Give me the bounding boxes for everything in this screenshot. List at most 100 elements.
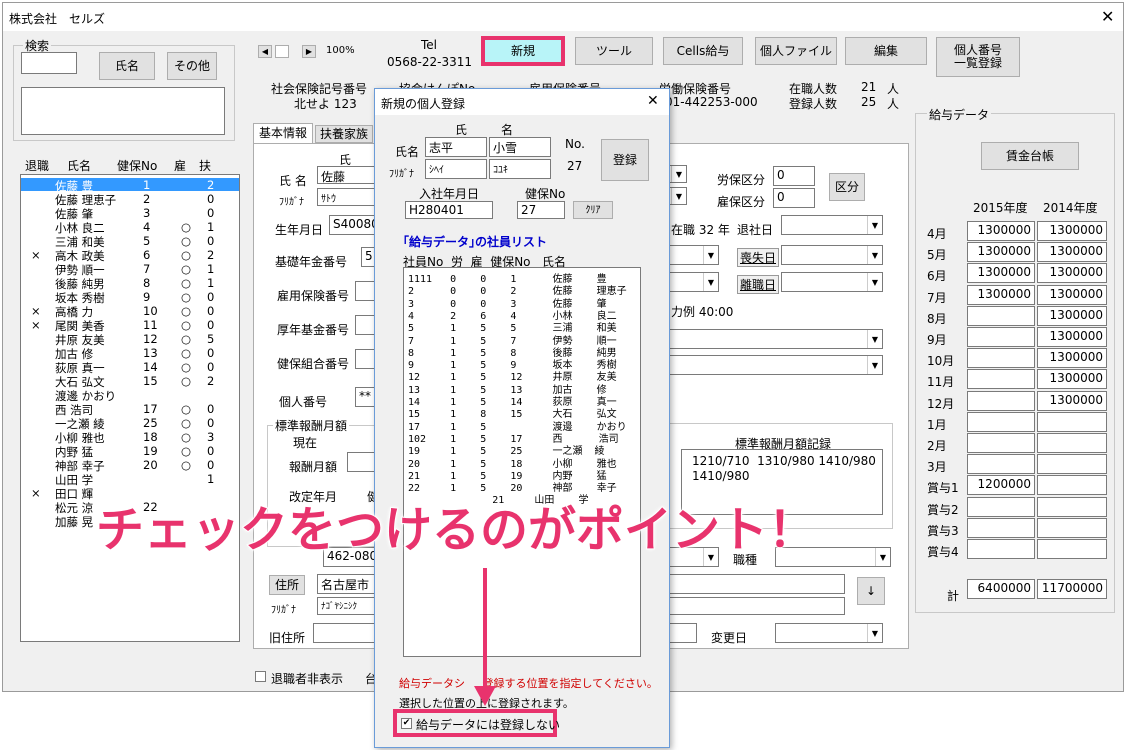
search-result-box[interactable] [21, 87, 225, 135]
salary-2015-cell[interactable]: 1200000 [967, 475, 1035, 496]
close-icon[interactable]: ✕ [1101, 7, 1114, 26]
salary-2015-cell[interactable] [967, 539, 1035, 559]
list-item[interactable]: 坂本 秀樹 9 ○ 0 [21, 290, 239, 305]
dialog-sei-kana-field[interactable]: ｼﾍｲ [425, 159, 487, 179]
wage-ledger-button[interactable]: 賃金台帳 [981, 142, 1079, 170]
list-item[interactable]: 7 1 5 7 伊勢 順一 [408, 332, 617, 347]
dialog-register-button[interactable]: 登録 [601, 139, 649, 181]
address-kana-field[interactable]: ﾅｺﾞﾔｼﾆｼｸ [317, 597, 379, 615]
list-item[interactable]: 内野 猛 19 ○ 0 [21, 444, 239, 459]
scroll-right-button[interactable]: ▶ [302, 45, 316, 58]
tab-family[interactable]: 扶養家族 [315, 125, 373, 143]
salary-2014-cell[interactable]: 1300000 [1037, 221, 1107, 241]
salary-2015-cell[interactable]: 1300000 [967, 242, 1035, 263]
salary-2014-cell[interactable] [1037, 496, 1107, 517]
combo-2[interactable]: ▼ [669, 187, 687, 205]
close-icon[interactable]: ✕ [647, 93, 659, 109]
list-item[interactable]: × 高橋 力 10 ○ 0 [21, 304, 239, 319]
search-input[interactable] [21, 52, 77, 74]
clear-button[interactable]: ｸﾘｱ [573, 201, 613, 219]
list-item[interactable]: 4 2 6 4 小林 良二 [408, 307, 617, 322]
salary-2015-cell[interactable] [967, 369, 1035, 390]
salary-2014-cell[interactable]: 1300000 [1037, 369, 1107, 390]
old-address-field[interactable] [313, 623, 379, 643]
salary-2014-cell[interactable]: 1300000 [1037, 242, 1107, 263]
salary-2014-cell[interactable]: 1300000 [1037, 390, 1107, 411]
salary-2014-cell[interactable] [1037, 517, 1107, 538]
personal-file-button[interactable]: 個人ファイル [755, 37, 837, 65]
salary-2015-cell[interactable] [967, 348, 1035, 369]
address-button[interactable]: 住所 [269, 575, 305, 595]
taisha-field[interactable]: ▼ [781, 215, 883, 235]
combo-3[interactable]: ▼ [669, 245, 719, 265]
list-item[interactable]: 21 1 5 19 内野 猛 [408, 467, 607, 482]
salary-employee-list[interactable]: 1111 0 0 1 佐藤 豊2 0 0 2 佐藤 理恵子 3 0 0 3 佐藤 … [403, 267, 641, 657]
salary-2014-cell[interactable]: 1300000 [1037, 284, 1107, 305]
total-2014[interactable]: 11700000 [1037, 579, 1107, 599]
salary-2015-cell[interactable]: 1300000 [967, 221, 1035, 241]
soshitsu-button[interactable]: 喪失日 [737, 248, 780, 267]
soshitsu-field[interactable]: ▼ [781, 245, 883, 265]
rishoku-field[interactable]: ▼ [781, 272, 883, 292]
form-kana-field[interactable]: ｻﾄｳ [317, 188, 377, 206]
salary-2015-cell[interactable]: 1300000 [967, 284, 1035, 305]
list-item[interactable]: 佐藤 豊12 [21, 178, 239, 193]
list-item[interactable]: 佐藤 理恵子 2 0 [21, 192, 239, 207]
rishoku-button[interactable]: 離職日 [737, 275, 780, 294]
salary-2014-cell[interactable] [1037, 433, 1107, 453]
list-item[interactable]: 12 1 5 12 井原 友美 [408, 368, 617, 383]
dialog-kenpo-field[interactable]: 27 [517, 201, 565, 219]
list-item[interactable]: 15 1 8 15 大石 弘文 [408, 405, 617, 420]
salary-2014-cell[interactable] [1037, 454, 1107, 475]
total-2015[interactable]: 6400000 [967, 579, 1035, 599]
dialog-sei-field[interactable]: 志平 [425, 137, 487, 157]
salary-2015-cell[interactable] [967, 411, 1035, 432]
list-item[interactable]: 西 浩司 17 ○ 0 [21, 402, 239, 417]
field-henko-pre[interactable] [669, 623, 697, 643]
tool-button[interactable]: ツール [575, 37, 653, 65]
salary-2015-cell[interactable] [967, 433, 1035, 453]
list-item[interactable]: 17 1 5 渡邊 かおり [408, 418, 627, 433]
scroll-left-button[interactable]: ◀ [258, 45, 272, 58]
salary-2014-cell[interactable]: 1300000 [1037, 263, 1107, 284]
combo-5[interactable]: ▼ [669, 329, 883, 349]
combo-6[interactable]: ▼ [669, 355, 883, 375]
list-item[interactable]: 小柳 雅也 18 ○ 3 [21, 430, 239, 445]
address-field-2[interactable] [669, 574, 845, 594]
salary-2015-cell[interactable] [967, 390, 1035, 411]
combo-4[interactable]: ▼ [669, 272, 719, 292]
hire-date-field[interactable]: H280401 [405, 201, 493, 219]
list-item[interactable]: 渡邊 かおり [21, 388, 239, 403]
list-item[interactable]: 19 1 5 25 一之瀬 綾 [408, 442, 605, 457]
salary-2015-cell[interactable]: 1300000 [967, 263, 1035, 284]
list-item[interactable]: 伊勢 順一 7 ○ 1 [21, 262, 239, 277]
list-item[interactable]: 1111 0 0 1 佐藤 豊 [408, 270, 607, 285]
no-register-checkbox[interactable]: ✔ [401, 718, 412, 729]
list-item[interactable]: 三浦 和美 5 ○ 0 [21, 234, 239, 249]
list-item[interactable]: 加古 修 13 ○ 0 [21, 346, 239, 361]
list-item[interactable]: 9 1 5 9 坂本 秀樹 [408, 356, 617, 371]
name-search-button[interactable]: 氏名 [99, 52, 155, 80]
list-item[interactable]: 佐藤 肇30 [21, 206, 239, 221]
list-item[interactable]: 13 1 5 13 加古 修 [408, 381, 607, 396]
address-field[interactable]: 名古屋市 [317, 574, 379, 594]
list-item[interactable]: 5 1 5 5 三浦 和美 [408, 319, 617, 334]
henko-field[interactable]: ▼ [775, 623, 883, 643]
employee-list[interactable]: 佐藤 豊 1 2 佐藤 理恵子 2 0 佐藤 肇 3 0 小林 良二 4 ○ 1 三浦 和美 5 ○ 0 × 高木 … [20, 174, 240, 642]
salary-2015-cell[interactable] [967, 496, 1035, 517]
list-item[interactable]: 20 1 5 18 小柳 雅也 [408, 455, 617, 470]
list-item[interactable]: 井原 友美 12 ○ 5 [21, 332, 239, 347]
koyo-kubun-field[interactable]: 0 [773, 188, 815, 208]
address-kana-field-2[interactable] [669, 597, 845, 615]
salary-2014-cell[interactable] [1037, 475, 1107, 496]
salary-2014-cell[interactable] [1037, 539, 1107, 559]
zoom-track[interactable] [275, 45, 289, 58]
salary-2014-cell[interactable]: 1300000 [1037, 348, 1107, 369]
list-item[interactable]: 3 0 0 3 佐藤 肇 [408, 295, 607, 310]
list-item[interactable]: 小林 良二 4 ○ 1 [21, 220, 239, 235]
list-item[interactable]: × 高木 政美 6 ○ 2 [21, 248, 239, 263]
list-item[interactable]: 神部 幸子 20 ○ 0 [21, 458, 239, 473]
list-item[interactable]: 山田 学1 [21, 472, 239, 487]
list-item[interactable]: 14 1 5 14 荻原 真一 [408, 393, 617, 408]
salary-2015-cell[interactable] [967, 305, 1035, 326]
